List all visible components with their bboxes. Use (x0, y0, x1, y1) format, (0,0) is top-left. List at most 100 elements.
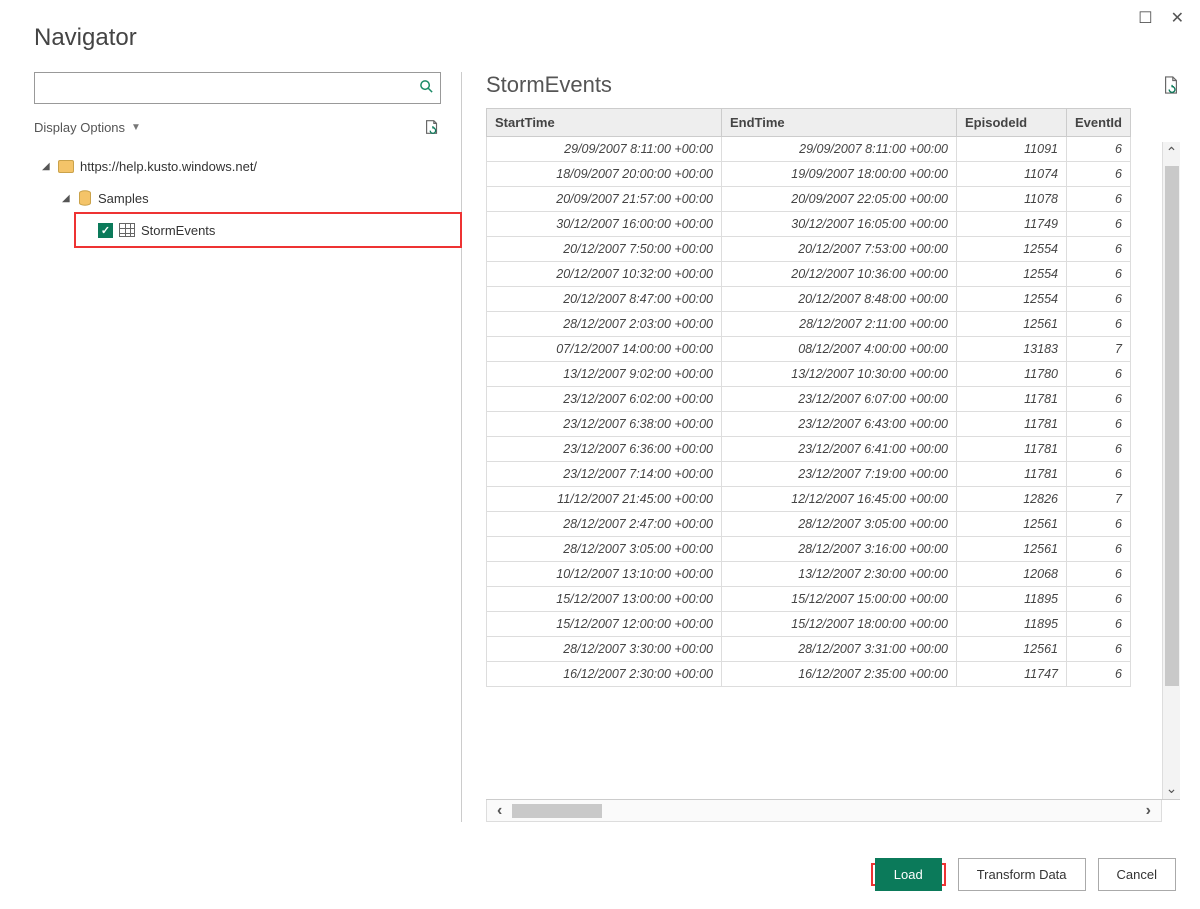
cell: 11091 (957, 137, 1067, 162)
cell: 6 (1067, 237, 1131, 262)
refresh-preview-icon[interactable] (1162, 75, 1180, 95)
table-row[interactable]: 23/12/2007 6:36:00 +00:0023/12/2007 6:41… (487, 437, 1131, 462)
cell: 20/12/2007 7:50:00 +00:00 (487, 237, 722, 262)
cell: 28/12/2007 2:11:00 +00:00 (722, 312, 957, 337)
cell: 11074 (957, 162, 1067, 187)
table-row[interactable]: 28/12/2007 3:05:00 +00:0028/12/2007 3:16… (487, 537, 1131, 562)
cell: 30/12/2007 16:00:00 +00:00 (487, 212, 722, 237)
table-row[interactable]: 16/12/2007 2:30:00 +00:0016/12/2007 2:35… (487, 662, 1131, 687)
cell: 15/12/2007 12:00:00 +00:00 (487, 612, 722, 637)
column-header[interactable]: EpisodeId (957, 109, 1067, 137)
cell: 19/09/2007 18:00:00 +00:00 (722, 162, 957, 187)
expand-icon[interactable]: ◢ (42, 161, 52, 172)
table-row[interactable]: 29/09/2007 8:11:00 +00:0029/09/2007 8:11… (487, 137, 1131, 162)
preview-pane: StormEvents StartTime EndTime EpisodeId … (462, 72, 1180, 822)
table-row[interactable]: 13/12/2007 9:02:00 +00:0013/12/2007 10:3… (487, 362, 1131, 387)
close-icon[interactable]: ✕ (1171, 8, 1184, 28)
table-row[interactable]: 15/12/2007 13:00:00 +00:0015/12/2007 15:… (487, 587, 1131, 612)
table-row[interactable]: 18/09/2007 20:00:00 +00:0019/09/2007 18:… (487, 162, 1131, 187)
cancel-button[interactable]: Cancel (1098, 858, 1176, 891)
table-row[interactable]: 10/12/2007 13:10:00 +00:0013/12/2007 2:3… (487, 562, 1131, 587)
search-input[interactable] (35, 77, 412, 100)
tree-node-label: https://help.kusto.windows.net/ (80, 159, 257, 174)
tree-node-database[interactable]: ◢ Samples (34, 182, 441, 214)
cell: 30/12/2007 16:05:00 +00:00 (722, 212, 957, 237)
preview-title: StormEvents (486, 72, 612, 98)
cell: 12/12/2007 16:45:00 +00:00 (722, 487, 957, 512)
table-row[interactable]: 28/12/2007 2:03:00 +00:0028/12/2007 2:11… (487, 312, 1131, 337)
cell: 11078 (957, 187, 1067, 212)
cell: 23/12/2007 6:38:00 +00:00 (487, 412, 722, 437)
cell: 7 (1067, 487, 1131, 512)
cell: 12561 (957, 512, 1067, 537)
column-header[interactable]: EventId (1067, 109, 1131, 137)
scrollbar-thumb[interactable] (1165, 166, 1179, 686)
cell: 6 (1067, 562, 1131, 587)
database-icon (78, 190, 92, 206)
display-options-dropdown[interactable]: Display Options ▼ (34, 120, 141, 135)
cell: 12826 (957, 487, 1067, 512)
scrollbar-thumb[interactable] (512, 804, 602, 818)
cell: 13/12/2007 10:30:00 +00:00 (722, 362, 957, 387)
table-row[interactable]: 23/12/2007 6:02:00 +00:0023/12/2007 6:07… (487, 387, 1131, 412)
table-row[interactable]: 20/12/2007 7:50:00 +00:0020/12/2007 7:53… (487, 237, 1131, 262)
annotation-highlight: Load (871, 863, 946, 886)
table-row[interactable]: 15/12/2007 12:00:00 +00:0015/12/2007 18:… (487, 612, 1131, 637)
table-row[interactable]: 11/12/2007 21:45:00 +00:0012/12/2007 16:… (487, 487, 1131, 512)
cell: 29/09/2007 8:11:00 +00:00 (487, 137, 722, 162)
cell: 6 (1067, 612, 1131, 637)
cell: 23/12/2007 7:19:00 +00:00 (722, 462, 957, 487)
cell: 6 (1067, 262, 1131, 287)
table-row[interactable]: 28/12/2007 3:30:00 +00:0028/12/2007 3:31… (487, 637, 1131, 662)
refresh-icon[interactable] (423, 118, 441, 136)
cell: 20/12/2007 7:53:00 +00:00 (722, 237, 957, 262)
cell: 12561 (957, 537, 1067, 562)
cell: 28/12/2007 3:05:00 +00:00 (722, 512, 957, 537)
column-header[interactable]: EndTime (722, 109, 957, 137)
table-row[interactable]: 07/12/2007 14:00:00 +00:0008/12/2007 4:0… (487, 337, 1131, 362)
table-row[interactable]: 20/12/2007 8:47:00 +00:0020/12/2007 8:48… (487, 287, 1131, 312)
cell: 28/12/2007 3:05:00 +00:00 (487, 537, 722, 562)
cell: 11747 (957, 662, 1067, 687)
cell: 23/12/2007 6:07:00 +00:00 (722, 387, 957, 412)
table-row[interactable]: 23/12/2007 6:38:00 +00:0023/12/2007 6:43… (487, 412, 1131, 437)
vertical-scrollbar[interactable]: ⌃ ⌄ (1162, 142, 1180, 799)
table-row[interactable]: 30/12/2007 16:00:00 +00:0030/12/2007 16:… (487, 212, 1131, 237)
transform-data-button[interactable]: Transform Data (958, 858, 1086, 891)
display-options-label: Display Options (34, 120, 125, 135)
cell: 13/12/2007 2:30:00 +00:00 (722, 562, 957, 587)
cell: 23/12/2007 6:36:00 +00:00 (487, 437, 722, 462)
cell: 13/12/2007 9:02:00 +00:00 (487, 362, 722, 387)
cell: 28/12/2007 3:16:00 +00:00 (722, 537, 957, 562)
tree-node-connection[interactable]: ◢ https://help.kusto.windows.net/ (34, 150, 441, 182)
cell: 6 (1067, 137, 1131, 162)
checkbox-checked-icon[interactable] (98, 223, 113, 238)
cell: 6 (1067, 587, 1131, 612)
folder-icon (58, 160, 74, 173)
horizontal-scrollbar[interactable]: ‹ › (486, 800, 1162, 822)
scroll-right-icon[interactable]: › (1136, 802, 1161, 820)
table-row[interactable]: 20/09/2007 21:57:00 +00:0020/09/2007 22:… (487, 187, 1131, 212)
cell: 20/12/2007 10:32:00 +00:00 (487, 262, 722, 287)
cell: 12554 (957, 287, 1067, 312)
column-header[interactable]: StartTime (487, 109, 722, 137)
table-row[interactable]: 23/12/2007 7:14:00 +00:0023/12/2007 7:19… (487, 462, 1131, 487)
search-icon[interactable] (412, 79, 440, 98)
cell: 16/12/2007 2:30:00 +00:00 (487, 662, 722, 687)
maximize-icon[interactable]: ☐ (1138, 8, 1152, 28)
search-box[interactable] (34, 72, 441, 104)
table-row[interactable]: 28/12/2007 2:47:00 +00:0028/12/2007 3:05… (487, 512, 1131, 537)
cell: 6 (1067, 462, 1131, 487)
tree-node-table[interactable]: StormEvents (34, 214, 441, 246)
cell: 6 (1067, 162, 1131, 187)
scroll-down-icon[interactable]: ⌄ (1166, 778, 1178, 799)
preview-table: StartTime EndTime EpisodeId EventId 29/0… (486, 108, 1131, 687)
load-button[interactable]: Load (875, 858, 942, 891)
scroll-left-icon[interactable]: ‹ (487, 802, 512, 820)
cell: 6 (1067, 412, 1131, 437)
scroll-up-icon[interactable]: ⌃ (1166, 142, 1178, 163)
cell: 6 (1067, 437, 1131, 462)
expand-icon[interactable]: ◢ (62, 193, 72, 204)
table-row[interactable]: 20/12/2007 10:32:00 +00:0020/12/2007 10:… (487, 262, 1131, 287)
cell: 08/12/2007 4:00:00 +00:00 (722, 337, 957, 362)
